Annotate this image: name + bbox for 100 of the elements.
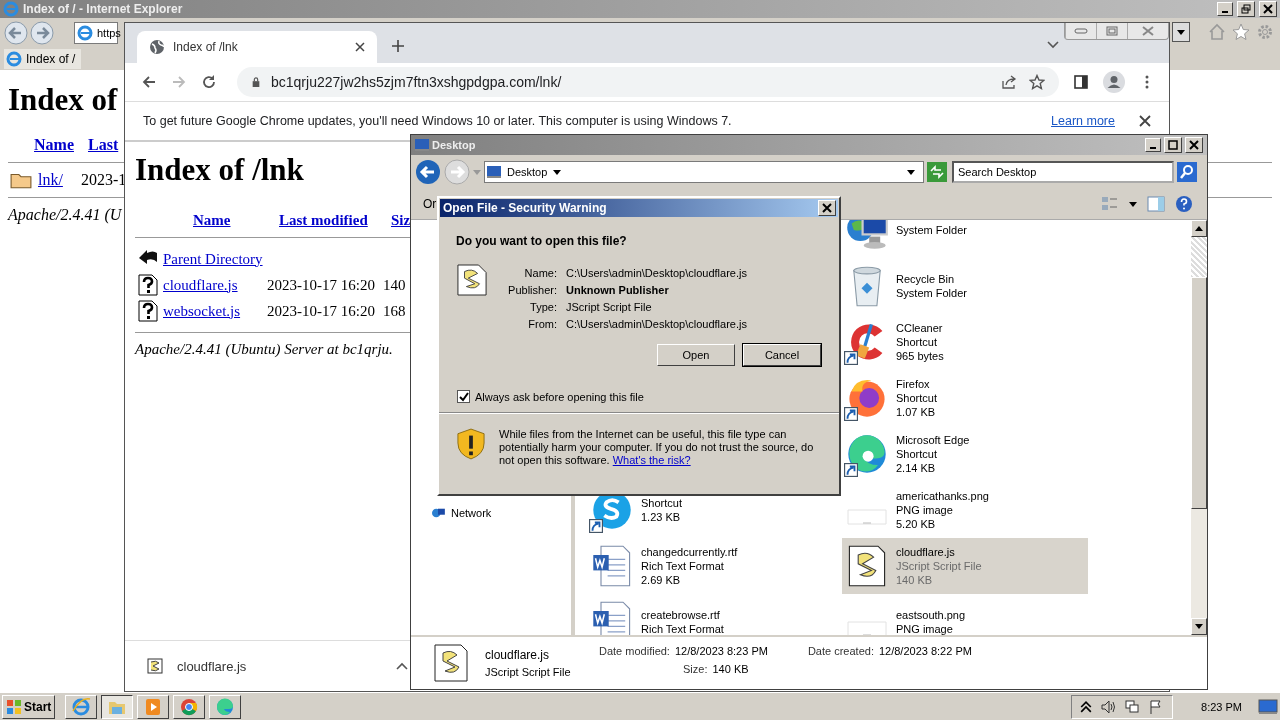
ie-logo-icon — [71, 696, 92, 717]
caret-down-icon[interactable] — [553, 169, 562, 175]
detail-value: 12/8/2023 8:23 PM — [674, 645, 768, 659]
new-tab-icon[interactable] — [391, 39, 405, 53]
dialog-button[interactable]: Cancel — [743, 344, 821, 366]
close-icon — [1189, 140, 1199, 150]
edge-logo-icon — [215, 696, 236, 717]
close-icon — [822, 203, 832, 213]
file-name: Microsoft Edge — [896, 433, 970, 447]
dropdown-button[interactable] — [1172, 22, 1190, 42]
folder-link[interactable]: lnk/ — [38, 171, 63, 189]
share-icon[interactable] — [1001, 74, 1017, 90]
risk-link[interactable]: What's the risk? — [612, 454, 691, 466]
column-header-link[interactable]: Last modified — [279, 212, 391, 229]
file-item[interactable]: System Folder — [842, 220, 1088, 258]
network-monitor-icon — [845, 220, 889, 252]
dialog-question: Do you want to open this file? — [456, 234, 628, 248]
taskbar-app-button[interactable] — [101, 694, 134, 719]
windows-logo-icon — [6, 698, 22, 715]
lock-icon — [251, 77, 261, 87]
date-text: 2023-10-17 16:20 — [267, 276, 375, 294]
caret-down-icon — [1177, 29, 1185, 35]
detail-value: 140 KB — [712, 663, 749, 677]
file-item[interactable]: eastsouth.png PNG image — [842, 594, 1088, 635]
browser-tab[interactable]: Index of /lnk — [137, 31, 377, 63]
restore-button[interactable] — [1237, 1, 1255, 17]
caret-down-icon[interactable] — [1129, 201, 1137, 207]
speaker-icon[interactable] — [1100, 698, 1117, 715]
close-icon — [1142, 26, 1154, 36]
file-item[interactable]: changedcurrently.rtf Rich Text Format 2.69 KB — [587, 538, 833, 594]
column-header-link[interactable]: Name — [34, 136, 74, 154]
minimize-icon — [1150, 147, 1156, 149]
scrollbar[interactable] — [1191, 220, 1207, 635]
profile-avatar-icon[interactable] — [1103, 71, 1125, 93]
file-link[interactable]: websocket.js — [163, 302, 263, 320]
download-filename[interactable]: cloudflare.js — [177, 658, 247, 674]
close-icon[interactable] — [355, 42, 365, 52]
address-bar[interactable]: bc1qrju227jw2hs5zjm7ftn3xshgpdgpa.com/lnk/ — [237, 67, 1059, 97]
column-header-link[interactable]: Name — [193, 212, 279, 229]
chevron-up-icon[interactable] — [1080, 700, 1093, 713]
reload-icon[interactable] — [201, 74, 217, 90]
column-header-link[interactable]: Last — [88, 136, 119, 154]
chevron-down-icon[interactable] — [1047, 41, 1059, 49]
network-icon — [431, 507, 445, 519]
start-button[interactable]: Start — [2, 694, 56, 719]
file-item[interactable]: Recycle Bin System Folder — [842, 258, 1088, 314]
maximize-icon — [1168, 140, 1178, 150]
show-desktop-icon[interactable] — [1258, 698, 1278, 715]
field-label: From: — [527, 318, 557, 330]
dialog-button[interactable]: Open — [657, 344, 735, 366]
nav-item[interactable]: Network — [431, 507, 571, 519]
file-type: System Folder — [896, 286, 967, 300]
bookmark-star-icon[interactable] — [1029, 74, 1045, 90]
file-item[interactable]: Firefox Shortcut 1.07 KB — [842, 370, 1088, 426]
file-item[interactable]: cloudflare.js JScript Script File 140 KB — [842, 538, 1088, 594]
organize-menu[interactable]: Or — [423, 197, 437, 211]
field-value: C:\Users\admin\Desktop\cloudflare.js — [566, 318, 747, 330]
file-link[interactable]: cloudflare.js — [163, 276, 263, 294]
scroll-down-icon[interactable] — [1195, 624, 1203, 629]
file-item[interactable]: americathanks.png PNG image 5.20 KB — [842, 482, 1088, 538]
address-bar[interactable]: Desktop — [484, 161, 924, 183]
scrollbar-thumb[interactable] — [1191, 277, 1207, 509]
checkmark-icon — [458, 391, 469, 402]
browser-tab[interactable]: Index of / — [4, 49, 82, 69]
back-arrow-icon[interactable] — [141, 74, 157, 90]
field-value: C:\Users\admin\Desktop\cloudflare.js — [566, 267, 747, 279]
chrome-logo-icon — [179, 696, 200, 717]
favorites-star-icon[interactable] — [1232, 23, 1250, 41]
file-type: Shortcut — [896, 447, 938, 461]
file-name: changedcurrently.rtf — [641, 545, 738, 559]
learn-more-link[interactable]: Learn more — [1051, 114, 1115, 128]
field-label: Publisher: — [507, 284, 557, 296]
forward-button[interactable] — [30, 21, 54, 45]
detail-value: 12/8/2023 8:22 PM — [878, 645, 972, 659]
search-button[interactable] — [1177, 162, 1197, 182]
close-icon[interactable] — [1139, 115, 1151, 127]
scroll-up-icon[interactable] — [1195, 226, 1203, 231]
infobar-message: To get future Google Chrome updates, you'll need Windows 10 or later. This computer is using Windows 7. — [143, 114, 732, 128]
network-icon[interactable] — [1124, 698, 1141, 715]
image-thumbnail-icon — [847, 509, 887, 525]
script-file-icon — [147, 658, 163, 674]
back-button[interactable] — [415, 159, 441, 185]
file-item[interactable]: CCleaner Shortcut 965 bytes — [842, 314, 1088, 370]
parent-directory-link[interactable]: Parent Directory — [163, 250, 263, 268]
help-icon[interactable] — [1175, 195, 1193, 213]
column-header-link[interactable]: Siz — [391, 212, 411, 229]
back-button[interactable] — [4, 21, 28, 45]
refresh-button[interactable] — [927, 162, 947, 182]
page-heading: Index of — [8, 82, 118, 118]
folder-icon — [10, 171, 32, 189]
file-name: cloudflare.js — [896, 545, 956, 559]
file-item[interactable]: Microsoft Edge Shortcut 2.14 KB — [842, 426, 1088, 482]
caret-down-icon[interactable] — [907, 169, 915, 175]
file-type: Shortcut — [896, 335, 938, 349]
search-field[interactable]: Search Desktop — [952, 161, 1174, 183]
side-panel-icon[interactable] — [1073, 74, 1089, 90]
caret-up-icon[interactable] — [396, 660, 409, 672]
size-text: 168 — [382, 302, 406, 320]
checkbox[interactable] — [457, 390, 470, 403]
desktop-icon — [487, 166, 501, 178]
